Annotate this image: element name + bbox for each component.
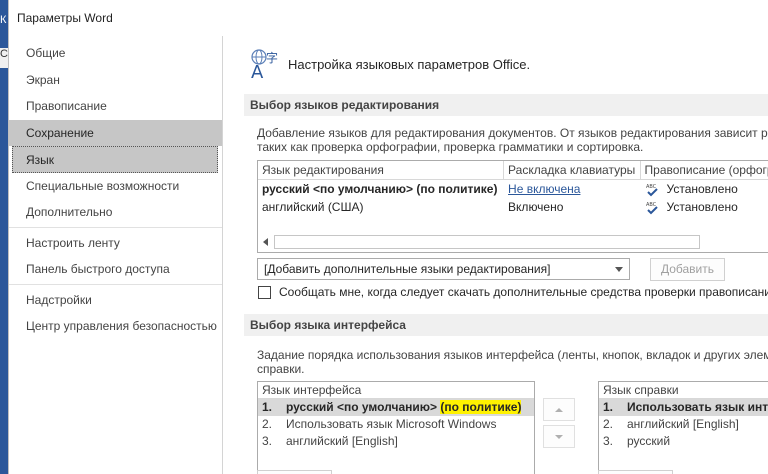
scrollbar-thumb[interactable] xyxy=(274,235,700,249)
display-language-header: Язык интерфейса xyxy=(258,382,534,399)
nav-divider xyxy=(9,226,222,228)
help-language-action-button[interactable] xyxy=(598,470,673,474)
help-language-list[interactable]: Язык справки 1. Использовать язык интер 2… xyxy=(598,381,768,474)
scroll-left-icon[interactable] xyxy=(260,235,272,249)
item-text: русский <по умолчанию> xyxy=(286,400,441,414)
spell-check-icon: ABC xyxy=(645,183,661,197)
background-window-strip: К Са xyxy=(0,0,8,474)
word-options-dialog: Параметры Word Общие Экран Правописание … xyxy=(8,0,768,474)
list-item[interactable]: 1. русский <по умолчанию> (по политике) xyxy=(258,399,534,416)
item-number: 2. xyxy=(262,417,273,431)
editing-languages-table[interactable]: Язык редактирования Раскладка клавиатуры… xyxy=(257,160,768,253)
dialog-title: Параметры Word xyxy=(9,0,768,36)
list-item[interactable]: 3. русский xyxy=(599,433,768,450)
move-down-button[interactable] xyxy=(543,425,575,448)
item-text: Использовать язык интер xyxy=(627,400,768,414)
editing-languages-heading: Выбор языков редактирования xyxy=(244,94,768,116)
column-header-language[interactable]: Язык редактирования xyxy=(258,161,505,180)
spell-check-icon: ABC xyxy=(645,201,661,215)
language-icon: 字 A xyxy=(250,48,280,83)
svg-text:A: A xyxy=(251,62,264,80)
page-title: Настройка языковых параметров Office. xyxy=(288,56,531,72)
background-window-text-2: Са xyxy=(0,48,8,68)
policy-highlight: (по политике) xyxy=(440,400,522,414)
interface-description-line2: справки. xyxy=(257,362,305,376)
notify-proofing-checkbox[interactable] xyxy=(258,285,271,299)
language-settings-panel: 字 A Настройка языковых параметров Office… xyxy=(230,36,768,474)
list-item[interactable]: 2. Использовать язык Microsoft Windows xyxy=(258,416,534,433)
nav-divider xyxy=(9,283,222,285)
add-language-button[interactable]: Добавить xyxy=(650,258,725,281)
add-language-value: [Добавить дополнительные языки редактиро… xyxy=(264,262,551,276)
keyboard-link[interactable]: Не включена xyxy=(504,180,640,198)
horizontal-scrollbar[interactable] xyxy=(260,234,768,250)
move-up-button[interactable] xyxy=(543,398,575,421)
nav-item-advanced[interactable]: Дополнительно xyxy=(9,199,222,226)
cell-proofing: ABC Установлено xyxy=(641,198,768,216)
item-text: английский [English] xyxy=(286,434,398,448)
list-item[interactable]: 3. английский [English] xyxy=(258,433,534,450)
svg-text:ABC: ABC xyxy=(646,184,657,190)
svg-text:ABC: ABC xyxy=(646,202,657,208)
nav-item-language[interactable]: Язык xyxy=(12,146,218,173)
nav-item-proofing[interactable]: Правописание xyxy=(9,93,222,120)
nav-item-save[interactable]: Сохранение xyxy=(9,119,222,146)
nav-item-general[interactable]: Общие xyxy=(9,40,222,67)
arrow-down-icon xyxy=(555,434,563,439)
table-row[interactable]: английский (США) Включено ABC Установлен… xyxy=(258,198,768,216)
svg-text:字: 字 xyxy=(266,50,278,65)
item-text: Использовать язык Microsoft Windows xyxy=(286,417,497,431)
notify-proofing-option[interactable]: Сообщать мне, когда следует скачать допо… xyxy=(258,285,768,299)
background-window-text: К xyxy=(0,14,7,26)
table-row[interactable]: русский <по умолчанию> (по политике) Не … xyxy=(258,180,768,198)
panel-header: 字 A Настройка языковых параметров Office… xyxy=(250,44,530,84)
item-number: 2. xyxy=(603,417,614,431)
table-header: Язык редактирования Раскладка клавиатуры… xyxy=(258,161,768,180)
list-item[interactable]: 2. английский [English] xyxy=(599,416,768,433)
nav-item-trust-center[interactable]: Центр управления безопасностью xyxy=(9,313,222,340)
item-text: английский [English] xyxy=(627,417,739,431)
nav-item-accessibility[interactable]: Специальные возможности xyxy=(9,173,222,200)
cell-language: русский <по умолчанию> (по политике) xyxy=(262,182,498,196)
item-number: 3. xyxy=(262,434,273,448)
list-item[interactable]: 1. Использовать язык интер xyxy=(599,399,768,416)
item-number: 1. xyxy=(262,400,273,414)
display-language-list[interactable]: Язык интерфейса 1. русский <по умолчанию>… xyxy=(257,381,535,474)
cell-language: английский (США) xyxy=(262,200,364,214)
proofing-status: Установлено xyxy=(666,182,738,196)
help-language-header: Язык справки xyxy=(599,382,768,399)
column-header-keyboard[interactable]: Раскладка клавиатуры xyxy=(504,161,641,180)
interface-description-line1: Задание порядка использования языков инт… xyxy=(257,348,768,362)
notify-proofing-label: Сообщать мне, когда следует скачать допо… xyxy=(279,285,768,299)
item-text: русский xyxy=(627,434,671,448)
editing-description-line2: таких как проверка орфографии, проверка … xyxy=(257,140,644,154)
cell-proofing: ABC Установлено xyxy=(641,180,768,198)
interface-language-heading: Выбор языка интерфейса xyxy=(244,314,768,336)
chevron-down-icon xyxy=(615,267,623,272)
nav-item-add-ins[interactable]: Надстройки xyxy=(9,287,222,314)
column-header-proofing[interactable]: Правописание (орфогр xyxy=(641,161,768,180)
display-language-action-button[interactable] xyxy=(257,470,332,474)
editing-description-line1: Добавление языков для редактирования док… xyxy=(257,126,768,140)
add-language-dropdown[interactable]: [Добавить дополнительные языки редактиро… xyxy=(257,258,630,280)
options-nav: Общие Экран Правописание Сохранение Язык… xyxy=(9,36,223,474)
arrow-up-icon xyxy=(555,407,563,412)
nav-item-customize-ribbon[interactable]: Настроить ленту xyxy=(9,230,222,257)
item-number: 3. xyxy=(603,434,614,448)
nav-item-quick-access-toolbar[interactable]: Панель быстрого доступа xyxy=(9,256,222,283)
nav-item-display[interactable]: Экран xyxy=(9,67,222,94)
proofing-status: Установлено xyxy=(666,200,738,214)
cell-keyboard: Включено xyxy=(508,200,564,214)
item-number: 1. xyxy=(603,400,614,414)
